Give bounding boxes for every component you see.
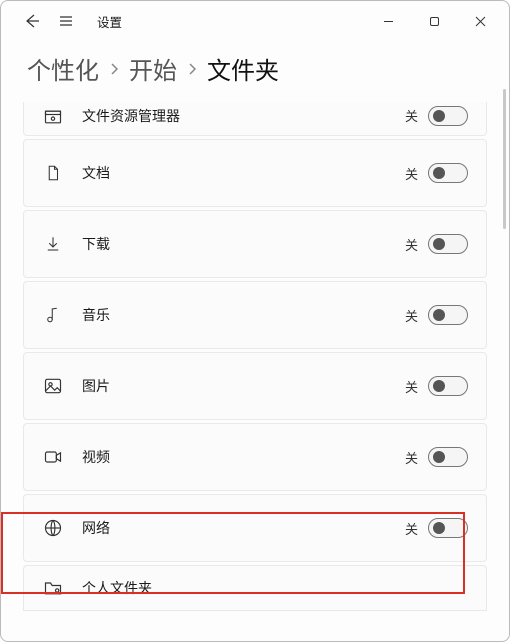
breadcrumb-personalization[interactable]: 个性化 <box>27 51 99 86</box>
row-label: 文档 <box>82 163 405 183</box>
minimize-button[interactable] <box>365 5 411 37</box>
list-item[interactable]: 文档 关 <box>23 139 487 207</box>
breadcrumb: 个性化 开始 文件夹 <box>1 41 509 102</box>
row-label: 音乐 <box>82 305 405 325</box>
titlebar: 设置 <box>1 1 509 41</box>
toggle-switch[interactable] <box>428 447 468 467</box>
settings-window: 设置 个性化 开始 文件夹 文件资源管理器 <box>0 0 510 642</box>
row-state: 关 <box>405 519 418 538</box>
row-label: 文件资源管理器 <box>82 106 405 126</box>
row-state: 关 <box>405 448 418 467</box>
videos-icon <box>42 446 64 468</box>
menu-icon[interactable] <box>57 12 75 30</box>
document-icon <box>42 162 64 184</box>
row-state: 关 <box>405 377 418 396</box>
list-item[interactable]: 个人文件夹 <box>23 565 487 611</box>
row-label: 网络 <box>82 518 405 538</box>
row-label: 个人文件夹 <box>82 578 468 598</box>
maximize-button[interactable] <box>411 5 457 37</box>
network-icon <box>42 517 64 539</box>
row-label: 图片 <box>82 376 405 396</box>
toggle-switch[interactable] <box>428 106 468 126</box>
music-icon <box>42 304 64 326</box>
breadcrumb-start[interactable]: 开始 <box>129 51 177 86</box>
file-explorer-icon <box>42 106 64 128</box>
app-title: 设置 <box>97 12 122 31</box>
row-state: 关 <box>405 164 418 183</box>
row-state: 关 <box>405 106 418 125</box>
back-icon[interactable] <box>23 12 41 30</box>
list-item[interactable]: 图片 关 <box>23 352 487 420</box>
row-label: 下载 <box>82 234 405 254</box>
toggle-switch[interactable] <box>428 234 468 254</box>
list-item[interactable]: 网络 关 <box>23 494 487 562</box>
list-item[interactable]: 音乐 关 <box>23 281 487 349</box>
download-icon <box>42 233 64 255</box>
toggle-switch[interactable] <box>428 376 468 396</box>
caption-buttons <box>365 5 503 37</box>
row-label: 视频 <box>82 447 405 467</box>
list-item[interactable]: 下载 关 <box>23 210 487 278</box>
folder-toggle-list: 文件资源管理器 关 文档 关 下载 关 <box>23 102 487 611</box>
chevron-right-icon <box>109 62 119 76</box>
row-state: 关 <box>405 306 418 325</box>
toggle-switch[interactable] <box>428 163 468 183</box>
list-item[interactable]: 文件资源管理器 关 <box>23 102 487 136</box>
toggle-switch[interactable] <box>428 305 468 325</box>
breadcrumb-folders: 文件夹 <box>207 51 279 86</box>
pictures-icon <box>42 375 64 397</box>
toggle-switch[interactable] <box>428 518 468 538</box>
scrollbar-thumb[interactable] <box>503 89 506 229</box>
chevron-right-icon <box>187 62 197 76</box>
personal-folder-icon <box>42 577 64 599</box>
row-state: 关 <box>405 235 418 254</box>
close-button[interactable] <box>457 5 503 37</box>
content-area: 文件资源管理器 关 文档 关 下载 关 <box>1 102 509 641</box>
list-item[interactable]: 视频 关 <box>23 423 487 491</box>
